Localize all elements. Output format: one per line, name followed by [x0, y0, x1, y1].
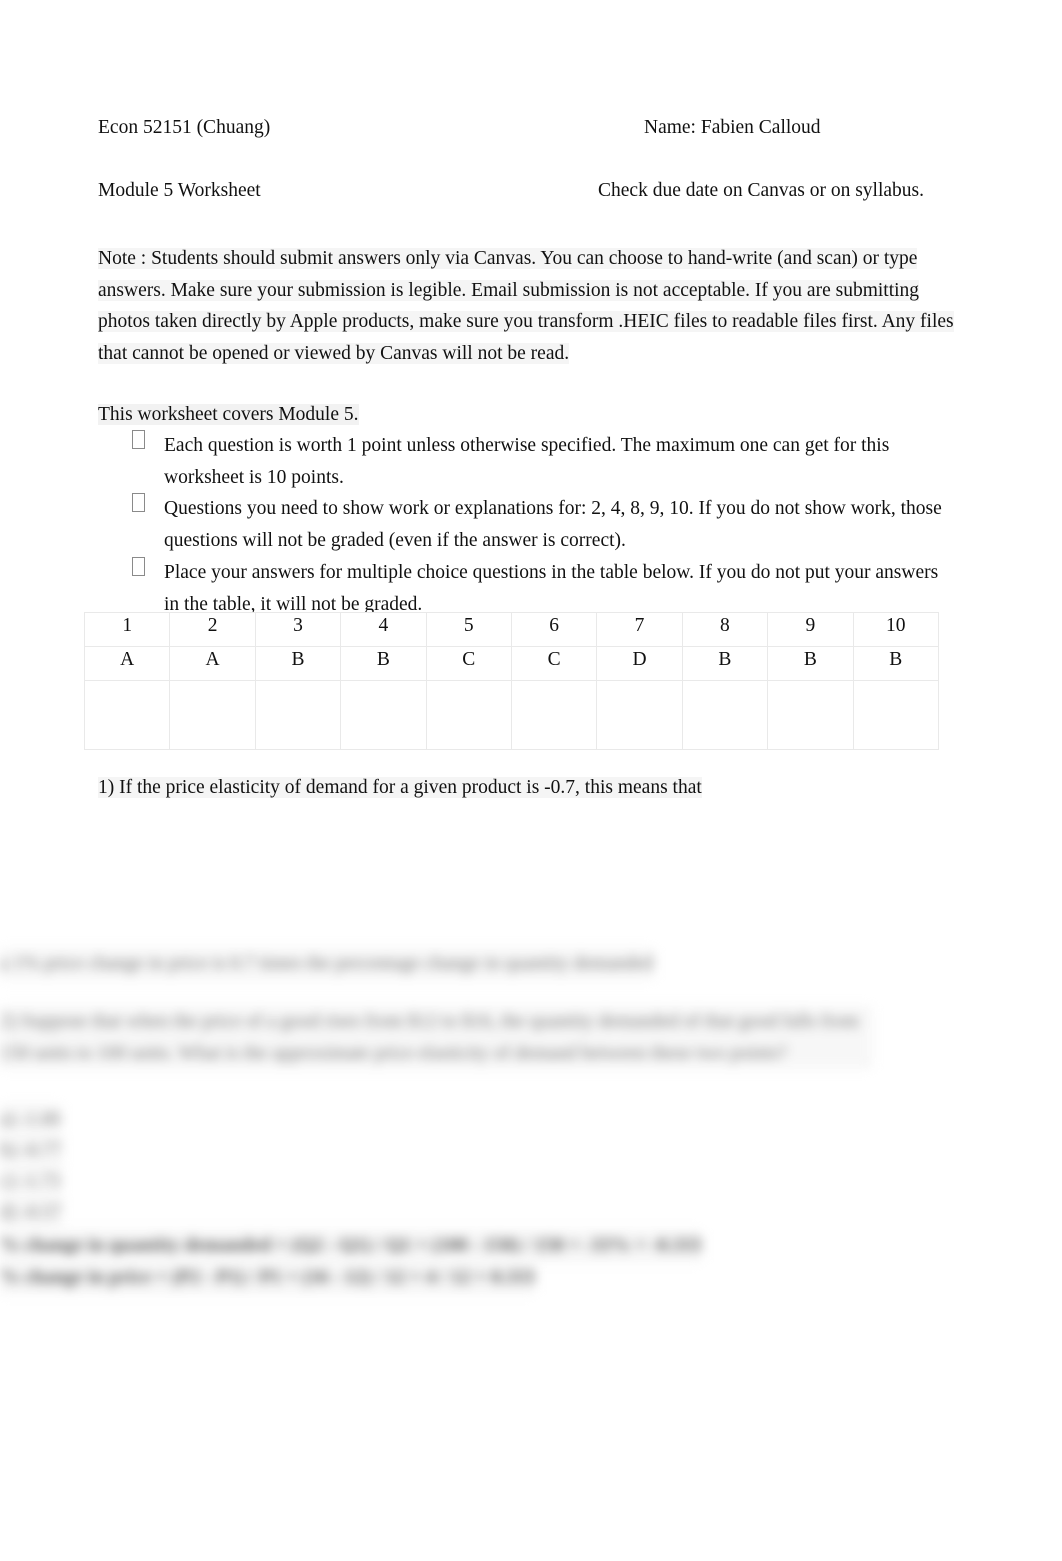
answer-table: 1 2 3 4 5 6 7 8 9 10 A A B B C C D B B B — [83, 612, 940, 750]
list-item: Questions you need to show work or expla… — [98, 493, 954, 556]
table-cell-qnum: 7 — [596, 612, 683, 647]
table-cell-blank[interactable] — [169, 680, 256, 750]
covers-text: This worksheet covers Module 5. — [98, 404, 359, 425]
table-cell-blank[interactable] — [596, 680, 683, 750]
worksheet-title: Module 5 Worksheet — [98, 180, 261, 201]
redacted-option-c: c) -1.73 — [0, 1166, 864, 1198]
table-cell-qnum: 8 — [681, 612, 769, 647]
notdef-box-icon — [132, 430, 145, 449]
table-cell-answer[interactable]: A — [83, 646, 171, 681]
redacted-text: d) -0.57 — [0, 1197, 62, 1229]
redacted-work-line-1: % change in quantity demanded = (Q2 - Q1… — [0, 1230, 864, 1262]
header-course-row: Econ 52151 (Chuang) Name: Fabien Calloud — [98, 118, 964, 138]
table-cell-qnum: 1 — [83, 612, 171, 647]
table-row-answers: A A B B C C D B B B — [83, 646, 940, 681]
table-cell-answer[interactable]: A — [169, 646, 256, 681]
list-item: Each question is worth 1 point unless ot… — [98, 430, 954, 493]
table-cell-answer[interactable]: B — [767, 646, 854, 681]
document-page: Econ 52151 (Chuang) Name: Fabien Calloud… — [0, 0, 1062, 1561]
question-1-label: 1) If the price elasticity of demand for… — [98, 777, 702, 798]
question-1-text: 1) If the price elasticity of demand for… — [98, 772, 954, 804]
table-cell-qnum: 9 — [767, 612, 854, 647]
redacted-option-b: b) -0.77 — [0, 1135, 864, 1167]
redacted-option-d: d) -0.57 — [0, 1197, 864, 1229]
list-item-label: Place your answers for multiple choice q… — [164, 561, 939, 615]
redacted-text: % change in price = (P2 - P1) / P1 = (16… — [0, 1262, 536, 1294]
table-cell-answer[interactable]: C — [425, 646, 512, 681]
table-cell-blank[interactable] — [510, 680, 598, 750]
table-cell-answer[interactable]: B — [340, 646, 427, 681]
table-cell-qnum: 5 — [425, 612, 512, 647]
redacted-text: 2) Suppose that when the price of a good… — [0, 1006, 872, 1070]
redacted-question-2: 2) Suppose that when the price of a good… — [0, 1006, 872, 1070]
notdef-box-icon — [132, 493, 145, 513]
note-text: Note : Students should submit answers on… — [98, 248, 954, 365]
table-cell-qnum: 10 — [852, 612, 940, 647]
table-cell-blank[interactable] — [340, 680, 427, 750]
table-cell-qnum: 3 — [254, 612, 342, 647]
list-item: Place your answers for multiple choice q… — [98, 556, 954, 620]
student-name-label: Name: Fabien Calloud — [644, 117, 821, 138]
table-cell-blank[interactable] — [83, 680, 171, 750]
table-cell-answer[interactable]: B — [852, 646, 940, 681]
table-cell-blank[interactable] — [767, 680, 854, 750]
table-row-blank — [83, 680, 940, 750]
redacted-work-line-2: % change in price = (P2 - P1) / P1 = (16… — [0, 1262, 864, 1294]
redacted-text: c) -1.73 — [0, 1166, 61, 1198]
table-cell-answer[interactable]: D — [596, 646, 683, 681]
redacted-line-1: a 1% price change in price is 0.7 times … — [0, 948, 864, 980]
table-cell-answer[interactable]: B — [254, 646, 342, 681]
instructions-list: Each question is worth 1 point unless ot… — [98, 430, 954, 620]
redacted-option-a: a) -1.00 — [0, 1104, 864, 1136]
course-label: Econ 52151 (Chuang) — [98, 117, 271, 138]
table-cell-qnum: 4 — [340, 612, 427, 647]
list-item-label: Each question is worth 1 point unless ot… — [164, 435, 890, 488]
due-date-note: Check due date on Canvas or on syllabus. — [598, 180, 925, 201]
notdef-box-icon — [132, 556, 145, 576]
table-cell-blank[interactable] — [852, 680, 940, 750]
table-cell-blank[interactable] — [681, 680, 769, 750]
redacted-text: a 1% price change in price is 0.7 times … — [0, 948, 654, 980]
list-item-label: Questions you need to show work or expla… — [164, 498, 942, 552]
redacted-text: % change in quantity demanded = (Q2 - Q1… — [0, 1230, 702, 1262]
table-row-question-numbers: 1 2 3 4 5 6 7 8 9 10 — [83, 612, 940, 647]
table-cell-qnum: 6 — [510, 612, 598, 647]
table-cell-answer[interactable]: C — [510, 646, 598, 681]
header-module-row: Module 5 Worksheet Check due date on Can… — [98, 181, 964, 201]
redacted-text: b) -0.77 — [0, 1135, 62, 1167]
table-cell-qnum: 2 — [169, 612, 256, 647]
redacted-text: a) -1.00 — [0, 1104, 61, 1136]
table-cell-blank[interactable] — [254, 680, 342, 750]
table-cell-blank[interactable] — [425, 680, 512, 750]
note-paragraph: Note : Students should submit answers on… — [98, 243, 954, 370]
covers-paragraph: This worksheet covers Module 5. — [98, 399, 954, 431]
table-cell-answer[interactable]: B — [681, 646, 769, 681]
